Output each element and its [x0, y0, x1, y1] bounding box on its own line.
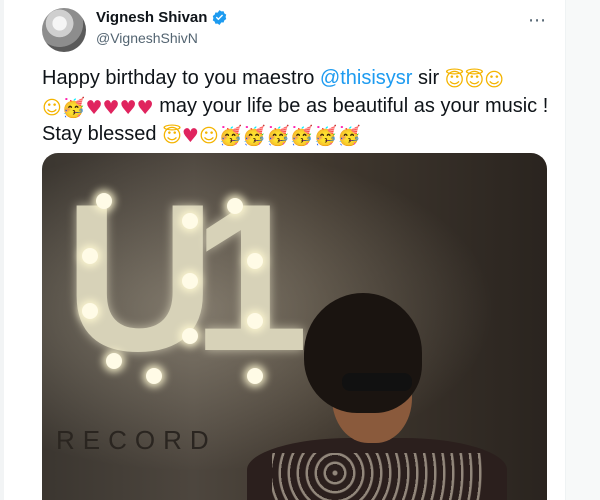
halo-emoji-icon: 😇	[444, 69, 465, 91]
sign-bulb	[227, 198, 243, 214]
avatar[interactable]	[42, 8, 86, 52]
sign-bulb	[247, 313, 263, 329]
party-emoji-icon: 🥳	[337, 125, 361, 147]
party-emoji-icon: 🥳	[313, 125, 338, 147]
party-emoji-icon: 🥳	[61, 97, 86, 119]
sign-bulb	[182, 213, 198, 229]
blush-emoji-icon: ☺	[198, 125, 219, 147]
heart-emoji-icon: ♥	[181, 125, 199, 147]
display-name[interactable]: Vignesh Shivan	[96, 9, 207, 26]
user-handle[interactable]: @VigneshShivN	[96, 30, 228, 46]
tweet-text-part1: Happy birthday to you maestro	[42, 67, 320, 89]
sign-bulb	[182, 328, 198, 344]
heart-emoji-icon: ♥	[119, 97, 137, 119]
sign-bulb	[247, 253, 263, 269]
jacket-embroidery	[272, 453, 482, 500]
sign-bulb	[182, 273, 198, 289]
sign-bulb	[96, 193, 112, 209]
heart-emoji-icon: ♥	[102, 97, 120, 119]
party-emoji-icon: 🥳	[242, 125, 267, 147]
sign-record-text: RECORD	[56, 425, 217, 455]
sign-bulb	[247, 368, 263, 384]
more-dots-icon[interactable]: ⋯	[528, 10, 547, 31]
tweet-author: Vignesh Shivan @VigneshShivN	[96, 9, 228, 46]
sunglasses	[342, 373, 412, 391]
name-row: Vignesh Shivan	[96, 9, 228, 26]
party-emoji-icon: 🥳	[218, 125, 243, 147]
heart-emoji-icon: ♥	[136, 97, 154, 119]
halo-emoji-icon: 😇	[162, 125, 182, 147]
party-emoji-icon: 🥳	[266, 125, 290, 147]
sign-bulb	[106, 353, 122, 369]
tweet-text: Happy birthday to you maestro @thisisysr…	[42, 64, 562, 148]
blush-emoji-icon: ☺	[42, 97, 62, 119]
right-panel-edge	[565, 0, 600, 500]
sign-bulb	[82, 248, 98, 264]
sign-bulb	[146, 368, 162, 384]
heart-emoji-icon: ♥	[85, 97, 103, 119]
party-emoji-icon: 🥳	[289, 125, 314, 147]
sign-letter-1: 1	[192, 160, 309, 395]
verified-badge-icon	[213, 10, 227, 25]
sign-bulb	[82, 303, 98, 319]
tweet: Vignesh Shivan @VigneshShivN ⋯ Happy bir…	[0, 0, 565, 500]
person-hair	[304, 293, 422, 413]
tweet-media-photo[interactable]: U 1 RECORD	[42, 153, 547, 500]
mention-link[interactable]: @thisisysr	[320, 67, 413, 89]
tweet-text-part2: sir	[412, 67, 445, 89]
halo-emoji-icon: 😇	[464, 69, 485, 91]
blush-emoji-icon: ☺	[484, 69, 505, 91]
